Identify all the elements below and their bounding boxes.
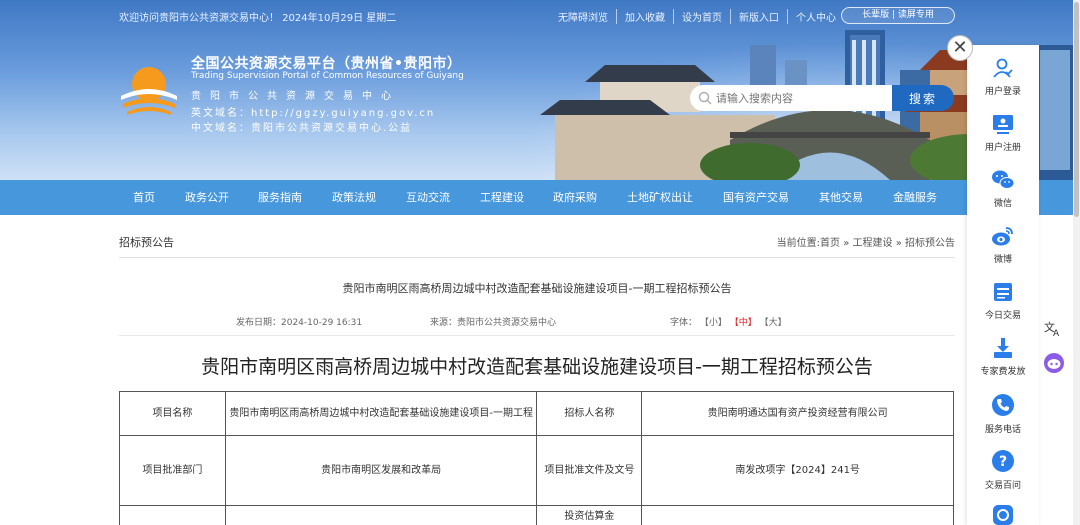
- sidebar-item-expert-fee[interactable]: 专家费发放: [967, 337, 1039, 377]
- article-heading: 贵阳市南明区雨高桥周边城中村改造配套基础设施建设项目-一期工程招标预公告: [342, 282, 732, 295]
- nav-home[interactable]: 首页: [133, 180, 155, 215]
- sidebar-label: 微博: [993, 255, 1012, 265]
- breadcrumb[interactable]: 当前位置:首页 » 工程建设 » 招标预公告: [777, 234, 955, 249]
- app-icon: [993, 505, 1013, 525]
- sidebar-label: 交易百问: [984, 481, 1021, 491]
- font-large-button[interactable]: 【大】: [760, 318, 787, 328]
- article-header: 贵阳市南明区雨高桥周边城中村改造配套基础设施建设项目-一期工程招标预公告 发布日…: [119, 258, 955, 336]
- sidebar-item-more[interactable]: [967, 503, 1039, 525]
- nav-other-trade[interactable]: 其他交易: [819, 180, 863, 215]
- expert-fee-icon: [994, 338, 1012, 358]
- article-source: 来源：贵阳市公共资源交易中心: [430, 318, 557, 328]
- sidebar-item-register[interactable]: 用户注册: [967, 113, 1039, 153]
- sidebar-label: 用户注册: [984, 143, 1021, 153]
- section-title: 招标预公告: [119, 236, 174, 249]
- accessibility-link[interactable]: 无障碍浏览: [558, 9, 616, 24]
- sidebar-item-weibo[interactable]: 微博: [967, 225, 1039, 265]
- table-cell: 项目名称: [119, 391, 226, 436]
- svg-text:?: ?: [999, 454, 1007, 470]
- user-register-icon: [993, 115, 1013, 134]
- sidebar-item-today-trade[interactable]: 今日交易: [967, 281, 1039, 321]
- sidebar-item-wechat[interactable]: 微信: [967, 169, 1039, 209]
- nav-policies[interactable]: 政策法规: [332, 180, 376, 215]
- search-icon: [698, 91, 712, 105]
- header-banner: 欢迎访问贵阳市公共资源交易中心！ 2024年10月29日 星期二 无障碍浏览 加…: [0, 0, 1080, 180]
- chinese-domain: 中文域名：贵阳市公共资源交易中心.公益: [191, 123, 413, 134]
- table-row: 项目批准部门 贵阳市南明区发展和改革局 项目批准文件及文号 南发改项字【2024…: [119, 435, 954, 506]
- wechat-icon: [992, 170, 1015, 189]
- table-row: 投资估算金: [119, 505, 954, 525]
- table-cell: 投资估算金: [536, 505, 643, 525]
- nav-financial-service[interactable]: 金融服务: [893, 180, 937, 215]
- table-cell: [641, 505, 954, 525]
- nav-interaction[interactable]: 互动交流: [406, 180, 450, 215]
- font-size-label: 字体：: [670, 318, 698, 328]
- sidebar-label: 用户登录: [984, 87, 1021, 97]
- table-cell: [119, 505, 226, 525]
- svg-text:A: A: [1053, 329, 1060, 338]
- table-cell: 项目批准部门: [119, 435, 226, 506]
- phone-icon: [992, 394, 1014, 416]
- table-cell: 项目批准文件及文号: [536, 435, 643, 506]
- project-info-table: 项目名称 贵阳市南明区雨高桥周边城中村改造配套基础设施建设项目-一期工程 招标人…: [119, 391, 954, 525]
- search-input[interactable]: [690, 85, 892, 111]
- top-info-bar: 欢迎访问贵阳市公共资源交易中心！ 2024年10月29日 星期二 无障碍浏览 加…: [0, 0, 1080, 30]
- table-cell: [224, 505, 538, 525]
- site-title: 全国公共资源交易平台（贵州省•贵阳市）: [191, 56, 462, 72]
- page-scrollbar[interactable]: [1073, 0, 1080, 525]
- new-version-link[interactable]: 新版入口: [730, 9, 787, 24]
- today-trade-icon: [994, 283, 1012, 301]
- nav-government-affairs[interactable]: 政务公开: [185, 180, 229, 215]
- nav-engineering[interactable]: 工程建设: [480, 180, 524, 215]
- publish-date: 发布日期：2024-10-29 16:31: [236, 318, 363, 328]
- sidebar-label: 服务电话: [984, 425, 1021, 435]
- main-nav: 首页 政务公开 服务指南 政策法规 互动交流 工程建设 政府采购 土地矿权出让 …: [0, 180, 1080, 215]
- sidebar-label: 微信: [993, 199, 1012, 209]
- welcome-text: 欢迎访问贵阳市公共资源交易中心！ 2024年10月29日 星期二: [119, 13, 397, 24]
- nav-state-assets[interactable]: 国有资产交易: [723, 180, 789, 215]
- font-medium-button[interactable]: 【中】: [730, 318, 757, 328]
- assistant-robot-icon[interactable]: [1043, 352, 1065, 374]
- top-links: 无障碍浏览 加入收藏 设为首页 新版入口 个人中心: [558, 9, 844, 24]
- table-cell: 贵阳南明通达国有资产投资经营有限公司: [641, 391, 954, 436]
- close-sidebar-button[interactable]: ✕: [947, 35, 973, 61]
- personal-center-link[interactable]: 个人中心: [787, 9, 844, 24]
- elderly-mode-toggle[interactable]: 长辈版 | 读屏专用: [841, 7, 955, 24]
- sidebar-item-phone[interactable]: 服务电话: [967, 393, 1039, 435]
- sidebar-label: 专家费发放: [980, 367, 1026, 377]
- floating-tools: 文 A: [1043, 318, 1073, 374]
- table-cell: 招标人名称: [536, 391, 643, 436]
- table-cell: 贵阳市南明区雨高桥周边城中村改造配套基础设施建设项目-一期工程: [224, 391, 538, 436]
- sidebar-item-faq[interactable]: ? 交易百问: [967, 449, 1039, 491]
- table-row: 项目名称 贵阳市南明区雨高桥周边城中村改造配套基础设施建设项目-一期工程 招标人…: [119, 391, 954, 436]
- side-toolbar: 用户登录 用户注册 微信 微博 今日交易 专家费发放 服务电话 ? 交易百问: [967, 45, 1039, 525]
- set-homepage-link[interactable]: 设为首页: [673, 9, 730, 24]
- site-subtitle: 贵阳市公共资源交易中心: [191, 91, 400, 102]
- site-logo-icon: [121, 67, 177, 115]
- weibo-icon: [992, 227, 1013, 246]
- faq-icon: ?: [992, 450, 1014, 472]
- document-title: 贵阳市南明区雨高桥周边城中村改造配套基础设施建设项目-一期工程招标预公告: [201, 356, 873, 378]
- site-title-english: Trading Supervision Portal of Common Res…: [191, 71, 464, 81]
- search-button[interactable]: 搜索: [892, 85, 954, 111]
- scrollbar-thumb[interactable]: [1074, 2, 1079, 217]
- nav-land-mining[interactable]: 土地矿权出让: [627, 180, 693, 215]
- translate-icon[interactable]: 文 A: [1043, 318, 1063, 338]
- table-cell: 贵阳市南明区发展和改革局: [224, 435, 538, 506]
- add-favorite-link[interactable]: 加入收藏: [616, 9, 673, 24]
- user-login-icon: [993, 58, 1013, 78]
- font-size-controls: 字体： 【小】 【中】 【大】: [670, 315, 787, 328]
- table-cell: 南发改项字【2024】241号: [641, 435, 954, 506]
- font-small-button[interactable]: 【小】: [700, 318, 727, 328]
- english-domain: 英文域名：http://ggzy.guiyang.gov.cn: [191, 108, 436, 119]
- sidebar-item-login[interactable]: 用户登录: [967, 57, 1039, 97]
- nav-procurement[interactable]: 政府采购: [553, 180, 597, 215]
- breadcrumb-bar: 招标预公告 当前位置:首页 » 工程建设 » 招标预公告: [119, 228, 955, 258]
- nav-service-guide[interactable]: 服务指南: [258, 180, 302, 215]
- sidebar-label: 今日交易: [984, 311, 1021, 321]
